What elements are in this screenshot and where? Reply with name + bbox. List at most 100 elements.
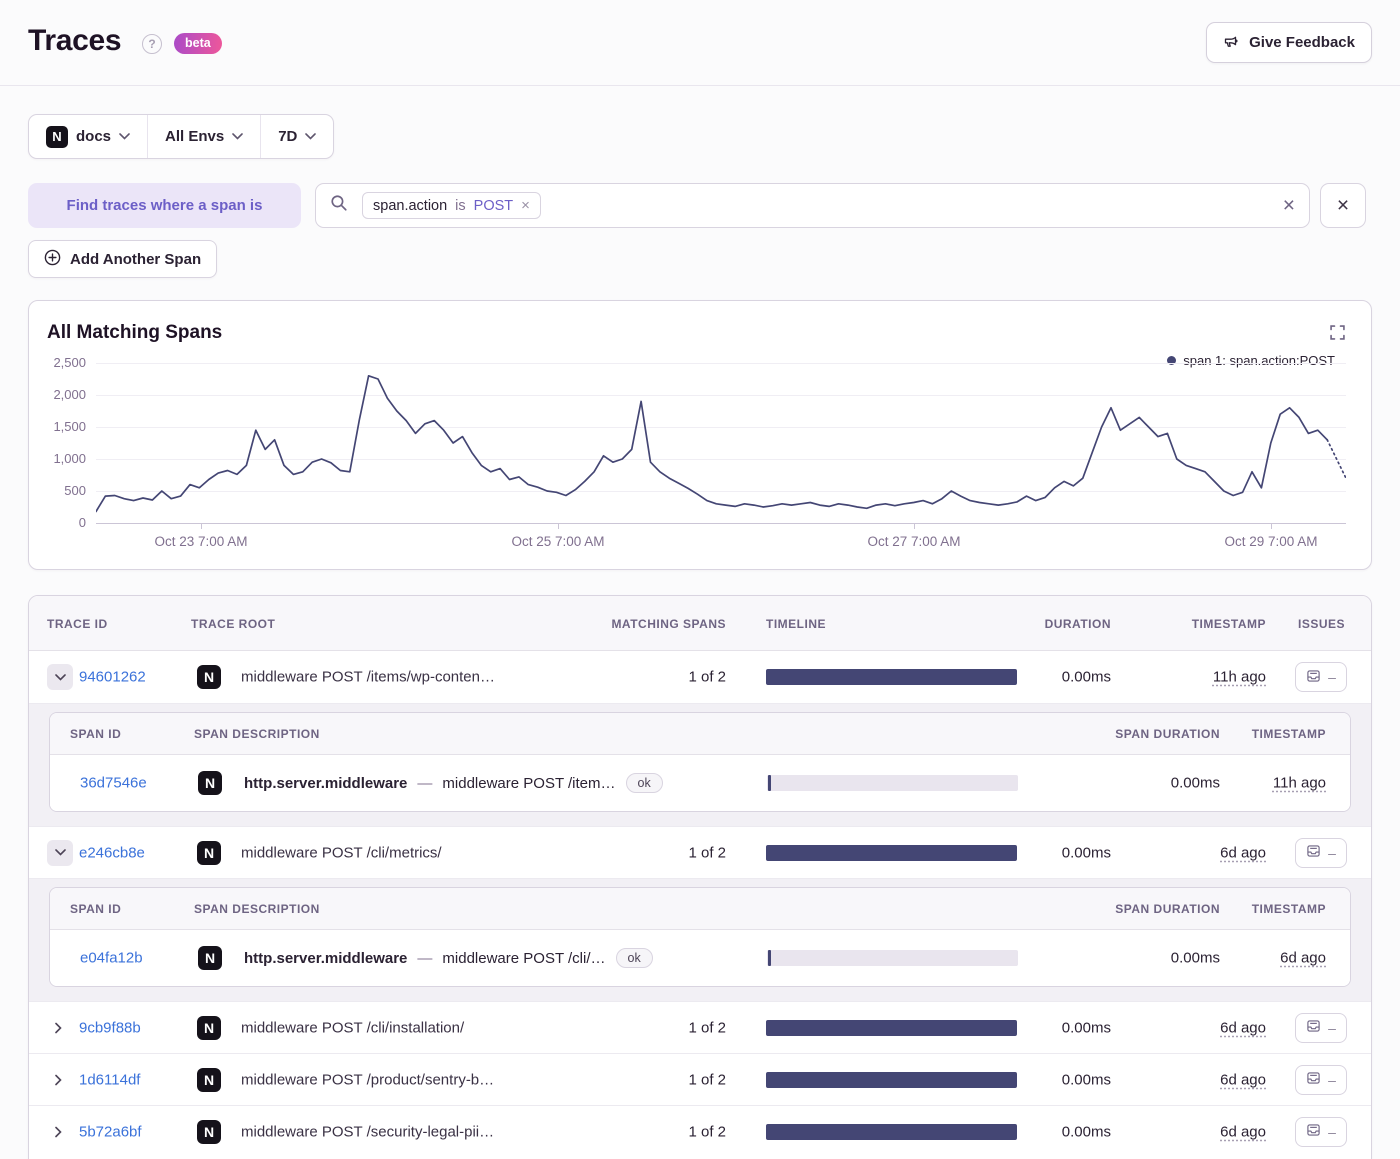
span-timeline-bar <box>767 950 1018 966</box>
page-title: Traces <box>28 24 122 57</box>
trace-table-row[interactable]: 5b72a6bf Nmiddleware POST /security-legal… <box>29 1105 1371 1157</box>
remove-span-filter-button[interactable]: × <box>1320 183 1366 228</box>
chevron-right-icon[interactable] <box>53 1022 64 1033</box>
span-duration-value: 0.00ms <box>1170 949 1220 967</box>
nextjs-logo-icon: N <box>198 771 222 795</box>
column-header-span-timestamp: TIMESTAMP <box>1251 727 1326 741</box>
daterange-filter-label: 7D <box>278 128 298 145</box>
span-op-label: http.server.middleware <box>244 774 408 792</box>
separator: — <box>417 774 433 792</box>
trace-id-link[interactable]: 5b72a6bf <box>79 1123 142 1140</box>
trace-root-label: middleware POST /product/sentry-b… <box>241 1071 495 1088</box>
timestamp-value: 6d ago <box>1220 1071 1266 1088</box>
help-icon[interactable]: ? <box>142 34 162 54</box>
matching-spans-count: 1 of 2 <box>688 1019 726 1036</box>
issues-icon <box>1306 1071 1321 1088</box>
daterange-filter[interactable]: 7D <box>260 115 333 158</box>
matching-spans-count: 1 of 2 <box>688 844 726 861</box>
span-search-input[interactable]: span.action is POST × × <box>315 183 1310 228</box>
y-axis-label: 1,500 <box>53 419 86 434</box>
chevron-down-icon <box>232 133 244 140</box>
issues-count: – <box>1328 1019 1336 1036</box>
trace-table-row[interactable]: 9cb9f88b Nmiddleware POST /cli/installati… <box>29 1001 1371 1053</box>
x-axis-label: Oct 25 7:00 AM <box>511 534 605 549</box>
token-value[interactable]: POST <box>474 198 513 214</box>
span-id-link[interactable]: 36d7546e <box>80 775 147 792</box>
give-feedback-button[interactable]: Give Feedback <box>1206 22 1372 63</box>
span-table-row[interactable]: e04fa12b Nhttp.server.middleware — middlewa… <box>50 930 1350 986</box>
environment-filter[interactable]: All Envs <box>147 115 260 158</box>
issues-icon <box>1306 1123 1321 1140</box>
x-axis-label: Oct 27 7:00 AM <box>867 534 961 549</box>
trace-table-row[interactable]: e246cb8e Nmiddleware POST /cli/metrics/1 … <box>29 826 1371 878</box>
span-table: SPAN ID SPAN DESCRIPTION SPAN DURATION TIME… <box>49 887 1351 987</box>
y-axis-label: 2,500 <box>53 355 86 370</box>
project-filter-label: docs <box>76 128 112 145</box>
span-table: SPAN ID SPAN DESCRIPTION SPAN DURATION TIME… <box>49 712 1351 812</box>
trace-root-label: middleware POST /cli/installation/ <box>241 1019 465 1036</box>
trace-root-label: middleware POST /security-legal-pii… <box>241 1123 495 1140</box>
span-table-header: SPAN ID SPAN DESCRIPTION SPAN DURATION TIME… <box>50 888 1350 930</box>
issues-button[interactable]: – <box>1295 837 1347 868</box>
issues-button[interactable]: – <box>1295 1064 1347 1095</box>
column-header-span-id: SPAN ID <box>70 727 122 741</box>
trace-id-link[interactable]: 1d6114df <box>79 1071 140 1088</box>
issues-count: – <box>1328 669 1336 685</box>
duration-value: 0.00ms <box>1061 1019 1111 1036</box>
clear-search-icon[interactable]: × <box>1283 195 1295 216</box>
issues-button[interactable]: – <box>1295 1012 1347 1043</box>
nextjs-logo-icon: N <box>46 125 68 148</box>
span-description: http.server.middleware — middleware POST /… <box>244 948 653 968</box>
span-description: http.server.middleware — middleware POST /… <box>244 773 663 793</box>
chevron-right-icon[interactable] <box>53 1126 64 1137</box>
search-icon <box>330 194 348 217</box>
token-operator[interactable]: is <box>455 198 465 214</box>
project-filter[interactable]: N docs <box>29 115 147 158</box>
spans-line-chart[interactable] <box>96 363 1346 523</box>
token-remove-icon[interactable]: × <box>521 197 530 214</box>
matching-spans-count: 1 of 2 <box>688 1123 726 1140</box>
span-op-label: http.server.middleware <box>244 949 408 967</box>
issues-count: – <box>1328 844 1336 861</box>
span-table-header: SPAN ID SPAN DESCRIPTION SPAN DURATION TIME… <box>50 713 1350 755</box>
column-header-span-description: SPAN DESCRIPTION <box>194 902 320 916</box>
traces-table-body: 94601262 Nmiddleware POST /items/wp-conte… <box>29 651 1371 1157</box>
chevron-down-icon[interactable] <box>47 664 73 690</box>
search-filter-token[interactable]: span.action is POST × <box>362 192 541 219</box>
page-header: Traces ? beta Give Feedback <box>0 0 1400 86</box>
column-header-timestamp: TIMESTAMP <box>1191 617 1266 631</box>
plus-circle-icon <box>44 249 61 270</box>
trace-table-row[interactable]: 94601262 Nmiddleware POST /items/wp-conte… <box>29 651 1371 703</box>
add-another-span-button[interactable]: Add Another Span <box>28 240 218 278</box>
span-status-badge: ok <box>615 948 653 968</box>
token-key: span.action <box>373 197 448 214</box>
chevron-down-icon <box>305 133 317 140</box>
issues-button[interactable]: – <box>1295 662 1347 692</box>
x-axis-label: Oct 23 7:00 AM <box>154 534 248 549</box>
fullscreen-icon[interactable] <box>1330 325 1345 345</box>
span-filter-label: Find traces where a span is <box>28 183 301 228</box>
trace-id-link[interactable]: 9cb9f88b <box>79 1019 141 1036</box>
expanded-span-section: SPAN ID SPAN DESCRIPTION SPAN DURATION TIME… <box>29 703 1371 826</box>
span-table-row[interactable]: 36d7546e Nhttp.server.middleware — middlewa… <box>50 755 1350 811</box>
trace-id-link[interactable]: e246cb8e <box>79 844 145 861</box>
x-axis-line <box>96 523 1346 524</box>
chevron-down-icon[interactable] <box>47 839 73 866</box>
chevron-right-icon[interactable] <box>53 1074 64 1085</box>
trace-root-label: middleware POST /items/wp-conten… <box>241 668 495 686</box>
column-header-issues: ISSUES <box>1297 617 1345 631</box>
x-axis-tick <box>558 523 559 529</box>
matching-spans-count: 1 of 2 <box>688 1071 726 1088</box>
trace-id-link[interactable]: 94601262 <box>79 669 146 686</box>
matching-spans-chart-panel: All Matching Spans span 1: span.action:P… <box>28 300 1372 570</box>
x-axis-label: Oct 29 7:00 AM <box>1224 534 1318 549</box>
issues-button[interactable]: – <box>1295 1116 1347 1147</box>
span-timeline-tick <box>768 775 771 791</box>
duration-value: 0.00ms <box>1061 668 1111 686</box>
nextjs-logo-icon: N <box>198 946 222 970</box>
traces-table: TRACE ID TRACE ROOT MATCHING SPANS TIMEL… <box>28 595 1372 1159</box>
column-header-span-duration: SPAN DURATION <box>1115 727 1220 741</box>
span-timestamp-value: 11h ago <box>1272 774 1326 792</box>
span-id-link[interactable]: e04fa12b <box>80 950 143 967</box>
trace-table-row[interactable]: 1d6114df Nmiddleware POST /product/sentry… <box>29 1053 1371 1105</box>
